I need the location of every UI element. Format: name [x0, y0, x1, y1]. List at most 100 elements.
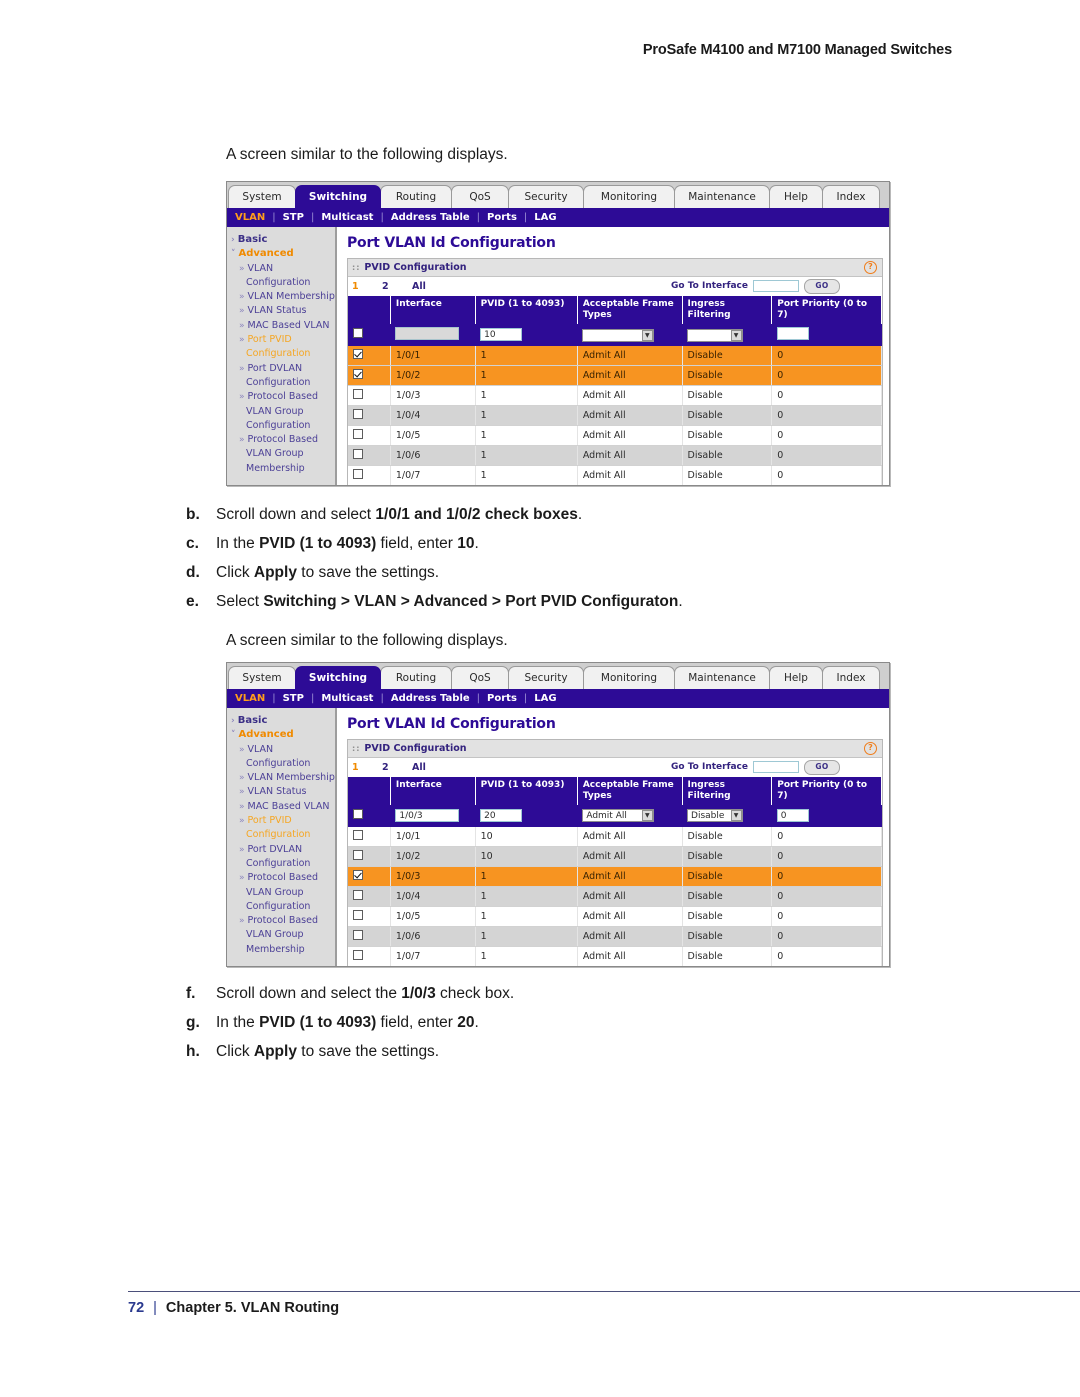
sidebar-item-configuration[interactable]: Configuration — [227, 857, 335, 871]
table-row[interactable]: 1/0/6 1 Admit All Disable 0 — [348, 926, 882, 947]
edit-row-checkbox-cell[interactable] — [348, 805, 391, 827]
row-select-checkbox[interactable] — [353, 850, 363, 860]
acceptable-frame-types-select[interactable]: Admit All ▼ — [582, 809, 655, 822]
row-checkbox-cell[interactable] — [348, 926, 391, 947]
edit-row[interactable]: 1/0/3 20 Admit All ▼ Disable ▼ 0 — [348, 805, 882, 827]
table-row[interactable]: 1/0/2 10 Admit All Disable 0 — [348, 846, 882, 867]
chevron-down-icon[interactable]: ▼ — [641, 329, 653, 341]
sidebar-item-vlan-group[interactable]: VLAN Group — [227, 886, 335, 900]
tab-security[interactable]: Security — [508, 185, 584, 208]
table-row[interactable]: 1/0/5 1 Admit All Disable 0 — [348, 425, 882, 446]
sub-nav-item-multicast[interactable]: Multicast — [321, 693, 373, 704]
table-row[interactable]: 1/0/2 1 Admit All Disable 0 — [348, 365, 882, 386]
table-row[interactable]: 1/0/7 1 Admit All Disable 0 — [348, 946, 882, 966]
edit-row-ingress-cell[interactable]: ▼ — [682, 324, 772, 346]
tab-qos[interactable]: QoS — [451, 185, 509, 208]
sidebar-item-basic[interactable]: › Basic — [227, 233, 335, 247]
sidebar-item-vlan-membership[interactable]: » VLAN Membership — [227, 290, 335, 304]
help-icon[interactable]: ? — [864, 742, 877, 755]
sub-nav-item-lag[interactable]: LAG — [534, 212, 556, 223]
row-select-checkbox[interactable] — [353, 890, 363, 900]
interface-input[interactable]: 1/0/3 — [395, 809, 460, 822]
row-select-checkbox[interactable] — [353, 429, 363, 439]
sidebar-item-protocol-based[interactable]: » Protocol Based — [227, 914, 335, 928]
table-row[interactable]: 1/0/5 1 Admit All Disable 0 — [348, 906, 882, 927]
row-select-checkbox[interactable] — [353, 369, 363, 379]
select-all-checkbox[interactable] — [353, 809, 363, 819]
sub-nav-item-address-table[interactable]: Address Table — [391, 212, 470, 223]
tab-maintenance[interactable]: Maintenance — [674, 185, 770, 208]
row-select-checkbox[interactable] — [353, 830, 363, 840]
table-row[interactable]: 1/0/3 1 Admit All Disable 0 — [348, 385, 882, 406]
sidebar-item-advanced[interactable]: ˅ Advanced — [227, 247, 335, 261]
pager-row[interactable]: 1 2 All Go To Interface GO — [348, 277, 882, 296]
row-checkbox-cell[interactable] — [348, 906, 391, 927]
tab-index[interactable]: Index — [822, 185, 880, 208]
row-select-checkbox[interactable] — [353, 910, 363, 920]
edit-row-priority-cell[interactable]: 0 — [771, 805, 882, 827]
chevron-down-icon[interactable]: ▼ — [641, 810, 653, 821]
sub-nav-item-multicast[interactable]: Multicast — [321, 212, 373, 223]
sidebar-item-configuration[interactable]: Configuration — [227, 900, 335, 914]
tab-system[interactable]: System — [228, 666, 296, 689]
sidebar-item-vlan-group[interactable]: VLAN Group — [227, 447, 335, 461]
tab-qos[interactable]: QoS — [451, 666, 509, 689]
pager-page-1[interactable]: 1 — [352, 281, 382, 292]
main-tab-bar[interactable]: System Switching Routing QoS Security Monitor… — [227, 663, 889, 689]
sidebar-item-basic[interactable]: › Basic — [227, 714, 335, 728]
table-row[interactable]: 1/0/1 1 Admit All Disable 0 — [348, 345, 882, 366]
pager-row[interactable]: 1 2 All Go To Interface GO — [348, 758, 882, 777]
left-sidebar[interactable]: › Basic ˅ Advanced» VLAN Configuration» VLAN M… — [227, 708, 337, 966]
go-button[interactable]: GO — [804, 759, 840, 775]
sidebar-item-configuration[interactable]: Configuration — [227, 347, 335, 361]
row-checkbox-cell[interactable] — [348, 886, 391, 907]
sidebar-item-configuration[interactable]: Configuration — [227, 276, 335, 290]
sidebar-item-protocol-based[interactable]: » Protocol Based — [227, 433, 335, 447]
tab-switching[interactable]: Switching — [295, 666, 381, 689]
sub-nav-item-ports[interactable]: Ports — [487, 212, 517, 223]
chevron-down-icon[interactable]: ▼ — [730, 329, 742, 341]
tab-help[interactable]: Help — [769, 666, 823, 689]
row-select-checkbox[interactable] — [353, 409, 363, 419]
row-checkbox-cell[interactable] — [348, 445, 391, 466]
tab-routing[interactable]: Routing — [380, 185, 452, 208]
pager-page-1[interactable]: 1 — [352, 762, 382, 773]
sidebar-item-advanced[interactable]: ˅ Advanced — [227, 728, 335, 742]
pager-page-all[interactable]: All — [412, 762, 458, 773]
row-checkbox-cell[interactable] — [348, 465, 391, 485]
sub-nav-item-lag[interactable]: LAG — [534, 693, 556, 704]
sidebar-item-protocol-based[interactable]: » Protocol Based — [227, 390, 335, 404]
sidebar-item-vlan[interactable]: » VLAN — [227, 743, 335, 757]
sidebar-item-vlan-status[interactable]: » VLAN Status — [227, 785, 335, 799]
sub-nav-item-address-table[interactable]: Address Table — [391, 693, 470, 704]
edit-row-pvid-cell[interactable]: 20 — [475, 805, 578, 827]
tab-switching[interactable]: Switching — [295, 185, 381, 208]
interface-input[interactable] — [395, 326, 460, 340]
left-sidebar[interactable]: › Basic ˅ Advanced» VLAN Configuration» VLAN M… — [227, 227, 337, 485]
table-row[interactable]: 1/0/4 1 Admit All Disable 0 — [348, 886, 882, 907]
sub-nav-bar[interactable]: VLAN | STP | Multicast | Address Table | Ports | L… — [227, 208, 889, 227]
sidebar-item-mac-based-vlan[interactable]: » MAC Based VLAN — [227, 319, 335, 333]
edit-row-interface-cell[interactable]: 1/0/3 — [390, 805, 476, 827]
sidebar-item-vlan-group[interactable]: VLAN Group — [227, 928, 335, 942]
pager-page-all[interactable]: All — [412, 281, 458, 292]
port-priority-input[interactable] — [776, 326, 809, 340]
edit-row[interactable]: 10 ▼ ▼ — [348, 324, 882, 346]
sidebar-item-membership[interactable]: Membership — [227, 943, 335, 957]
tab-monitoring[interactable]: Monitoring — [583, 666, 675, 689]
row-select-checkbox[interactable] — [353, 950, 363, 960]
pager-page-2[interactable]: 2 — [382, 762, 412, 773]
table-row[interactable]: 1/0/3 1 Admit All Disable 0 — [348, 866, 882, 887]
sub-nav-bar[interactable]: VLAN | STP | Multicast | Address Table | Ports | L… — [227, 689, 889, 708]
sub-nav-item-vlan[interactable]: VLAN — [235, 693, 265, 704]
row-checkbox-cell[interactable] — [348, 866, 391, 887]
pvid-input[interactable]: 20 — [480, 809, 523, 822]
sidebar-item-port-dvlan[interactable]: » Port DVLAN — [227, 843, 335, 857]
table-row[interactable]: 1/0/7 1 Admit All Disable 0 — [348, 465, 882, 485]
go-button[interactable]: GO — [804, 278, 840, 294]
row-select-checkbox[interactable] — [353, 870, 363, 880]
edit-row-ingress-cell[interactable]: Disable ▼ — [682, 805, 772, 827]
tab-maintenance[interactable]: Maintenance — [674, 666, 770, 689]
ingress-filtering-select[interactable]: ▼ — [687, 328, 744, 342]
sidebar-item-membership[interactable]: Membership — [227, 462, 335, 476]
